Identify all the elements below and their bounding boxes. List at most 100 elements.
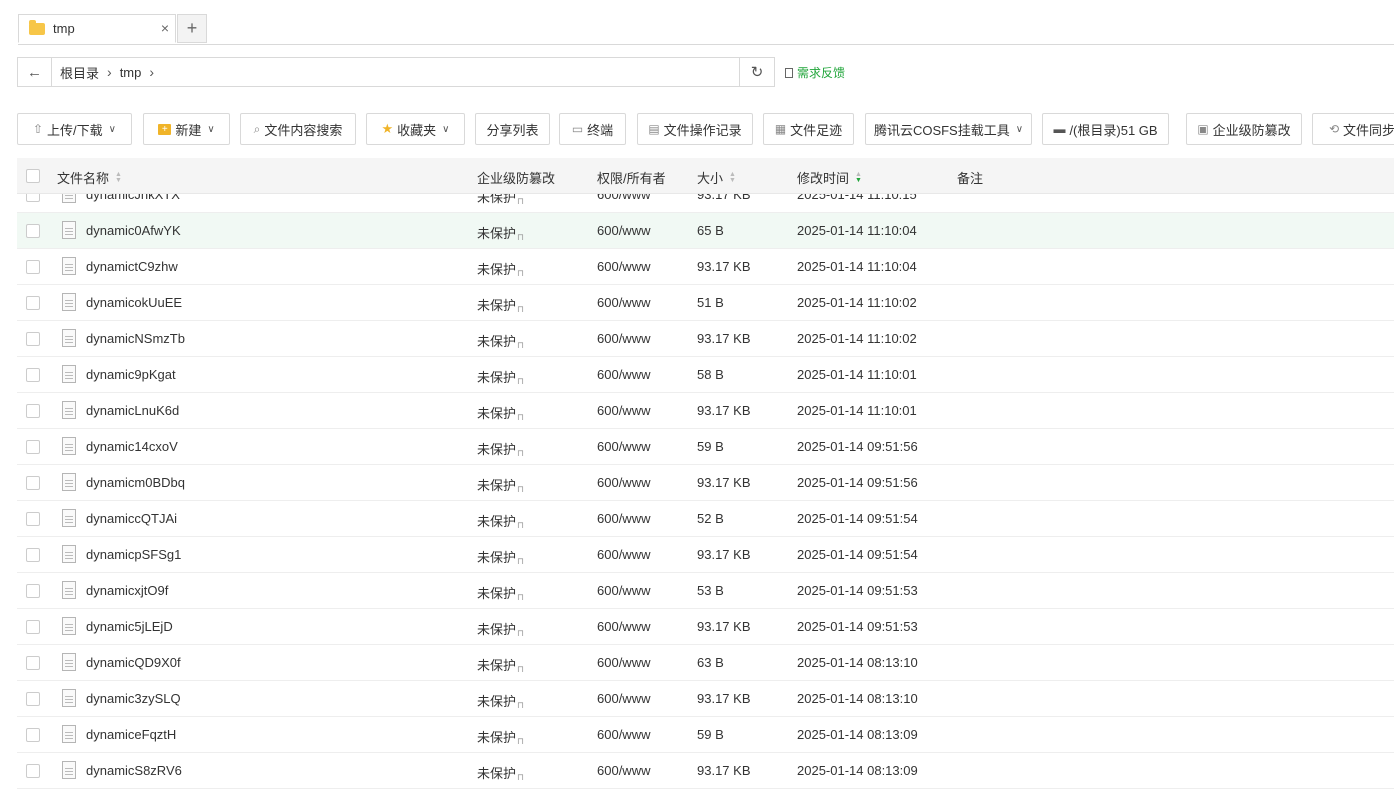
file-name[interactable]: dynamicokUuEE bbox=[86, 295, 182, 310]
file-permission[interactable]: 600/www bbox=[597, 194, 650, 202]
file-name[interactable]: dynamicJhkXTX bbox=[86, 194, 180, 202]
file-name[interactable]: dynamic3zySLQ bbox=[86, 691, 181, 706]
tamper-status[interactable]: 未保护⊓ bbox=[477, 547, 524, 566]
row-checkbox[interactable] bbox=[26, 194, 40, 202]
tamper-status[interactable]: 未保护⊓ bbox=[477, 583, 524, 602]
tamper-status[interactable]: 未保护⊓ bbox=[477, 727, 524, 746]
file-permission[interactable]: 600/www bbox=[597, 691, 650, 706]
close-icon[interactable]: × bbox=[161, 20, 169, 36]
select-all-checkbox[interactable] bbox=[26, 169, 40, 183]
file-name[interactable]: dynamic0AfwYK bbox=[86, 223, 181, 238]
table-row[interactable]: dynamiccQTJAi 未保护⊓ 600/www 52 B 2025-01-… bbox=[17, 501, 1394, 537]
file-name[interactable]: dynamic14cxoV bbox=[86, 439, 178, 454]
file-permission[interactable]: 600/www bbox=[597, 259, 650, 274]
tamper-status[interactable]: 未保护⊓ bbox=[477, 439, 524, 458]
upload-download-button[interactable]: ⇧ 上传/下载 ∨ bbox=[17, 113, 132, 145]
disk-button[interactable]: ▬ /(根目录)51 GB bbox=[1042, 113, 1169, 145]
table-row[interactable]: dynamicJhkXTX 未保护⊓ 600/www 93.17 KB 2025… bbox=[17, 194, 1394, 213]
file-permission[interactable]: 600/www bbox=[597, 331, 650, 346]
tamper-status[interactable]: 未保护⊓ bbox=[477, 403, 524, 422]
table-row[interactable]: dynamicm0BDbq 未保护⊓ 600/www 93.17 KB 2025… bbox=[17, 465, 1394, 501]
breadcrumb-root[interactable]: 根目录 bbox=[60, 63, 99, 82]
tamper-status[interactable]: 未保护⊓ bbox=[477, 691, 524, 710]
file-permission[interactable]: 600/www bbox=[597, 295, 650, 310]
column-mtime[interactable]: 修改时间 ▲ ▼ bbox=[797, 168, 862, 187]
file-permission[interactable]: 600/www bbox=[597, 583, 650, 598]
file-name[interactable]: dynamicm0BDbq bbox=[86, 475, 185, 490]
row-checkbox[interactable] bbox=[26, 224, 40, 238]
tamper-status[interactable]: 未保护⊓ bbox=[477, 223, 524, 242]
new-button[interactable]: + 新建 ∨ bbox=[143, 113, 230, 145]
file-name[interactable]: dynamicS8zRV6 bbox=[86, 763, 182, 778]
table-row[interactable]: dynamic3zySLQ 未保护⊓ 600/www 93.17 KB 2025… bbox=[17, 681, 1394, 717]
tamper-status[interactable]: 未保护⊓ bbox=[477, 295, 524, 314]
row-checkbox[interactable] bbox=[26, 332, 40, 346]
row-checkbox[interactable] bbox=[26, 692, 40, 706]
row-checkbox[interactable] bbox=[26, 368, 40, 382]
tamper-status[interactable]: 未保护⊓ bbox=[477, 194, 524, 206]
file-permission[interactable]: 600/www bbox=[597, 403, 650, 418]
tamper-status[interactable]: 未保护⊓ bbox=[477, 655, 524, 674]
tamper-status[interactable]: 未保护⊓ bbox=[477, 619, 524, 638]
table-row[interactable]: dynamicokUuEE 未保护⊓ 600/www 51 B 2025-01-… bbox=[17, 285, 1394, 321]
row-checkbox[interactable] bbox=[26, 764, 40, 778]
file-permission[interactable]: 600/www bbox=[597, 439, 650, 454]
favorites-button[interactable]: ★ 收藏夹 ∨ bbox=[366, 113, 465, 145]
feedback-link[interactable]: 需求反馈 bbox=[785, 64, 845, 81]
file-name[interactable]: dynamicNSmzTb bbox=[86, 331, 185, 346]
row-checkbox[interactable] bbox=[26, 620, 40, 634]
file-permission[interactable]: 600/www bbox=[597, 763, 650, 778]
tamper-status[interactable]: 未保护⊓ bbox=[477, 475, 524, 494]
content-search-button[interactable]: ⌕ 文件内容搜索 bbox=[240, 113, 356, 145]
refresh-icon[interactable]: ↻ bbox=[739, 58, 774, 86]
file-name[interactable]: dynamicQD9X0f bbox=[86, 655, 181, 670]
row-checkbox[interactable] bbox=[26, 440, 40, 454]
footprint-button[interactable]: ▦ 文件足迹 bbox=[763, 113, 854, 145]
tamper-status[interactable]: 未保护⊓ bbox=[477, 367, 524, 386]
table-row[interactable]: dynamictC9zhw 未保护⊓ 600/www 93.17 KB 2025… bbox=[17, 249, 1394, 285]
row-checkbox[interactable] bbox=[26, 260, 40, 274]
file-permission[interactable]: 600/www bbox=[597, 547, 650, 562]
file-name[interactable]: dynamic5jLEjD bbox=[86, 619, 173, 634]
file-name[interactable]: dynamicLnuK6d bbox=[86, 403, 179, 418]
table-row[interactable]: dynamicpSFSg1 未保护⊓ 600/www 93.17 KB 2025… bbox=[17, 537, 1394, 573]
file-name[interactable]: dynamic9pKgat bbox=[86, 367, 176, 382]
table-row[interactable]: dynamic9pKgat 未保护⊓ 600/www 58 B 2025-01-… bbox=[17, 357, 1394, 393]
column-size[interactable]: 大小 ▲ ▼ bbox=[697, 168, 736, 187]
column-name[interactable]: 文件名称 ▲ ▼ bbox=[57, 168, 122, 187]
back-icon[interactable]: ← bbox=[18, 58, 52, 86]
row-checkbox[interactable] bbox=[26, 548, 40, 562]
cosfs-button[interactable]: 腾讯云COSFS挂载工具 ∨ bbox=[865, 113, 1032, 145]
file-permission[interactable]: 600/www bbox=[597, 511, 650, 526]
file-permission[interactable]: 600/www bbox=[597, 475, 650, 490]
table-row[interactable]: dynamicLnuK6d 未保护⊓ 600/www 93.17 KB 2025… bbox=[17, 393, 1394, 429]
table-row[interactable]: dynamicNSmzTb 未保护⊓ 600/www 93.17 KB 2025… bbox=[17, 321, 1394, 357]
tamper-status[interactable]: 未保护⊓ bbox=[477, 511, 524, 530]
row-checkbox[interactable] bbox=[26, 512, 40, 526]
add-tab-button[interactable]: + bbox=[177, 14, 207, 43]
row-checkbox[interactable] bbox=[26, 296, 40, 310]
file-name[interactable]: dynamicxjtO9f bbox=[86, 583, 168, 598]
table-row[interactable]: dynamic14cxoV 未保护⊓ 600/www 59 B 2025-01-… bbox=[17, 429, 1394, 465]
sync-button[interactable]: ⟲ 文件同步 bbox=[1312, 113, 1394, 145]
file-name[interactable]: dynamiceFqztH bbox=[86, 727, 176, 742]
file-permission[interactable]: 600/www bbox=[597, 727, 650, 742]
file-permission[interactable]: 600/www bbox=[597, 655, 650, 670]
tamper-status[interactable]: 未保护⊓ bbox=[477, 763, 524, 782]
tamper-status[interactable]: 未保护⊓ bbox=[477, 331, 524, 350]
file-permission[interactable]: 600/www bbox=[597, 223, 650, 238]
file-permission[interactable]: 600/www bbox=[597, 367, 650, 382]
breadcrumb[interactable]: 根目录 › tmp › bbox=[52, 58, 739, 86]
table-row[interactable]: dynamicQD9X0f 未保护⊓ 600/www 63 B 2025-01-… bbox=[17, 645, 1394, 681]
row-checkbox[interactable] bbox=[26, 476, 40, 490]
file-name[interactable]: dynamiccQTJAi bbox=[86, 511, 177, 526]
file-name[interactable]: dynamictC9zhw bbox=[86, 259, 178, 274]
breadcrumb-tmp[interactable]: tmp bbox=[120, 65, 142, 80]
table-row[interactable]: dynamiceFqztH 未保护⊓ 600/www 59 B 2025-01-… bbox=[17, 717, 1394, 753]
op-log-button[interactable]: ▤ 文件操作记录 bbox=[637, 113, 753, 145]
row-checkbox[interactable] bbox=[26, 404, 40, 418]
tamper-status[interactable]: 未保护⊓ bbox=[477, 259, 524, 278]
share-list-button[interactable]: 分享列表 bbox=[475, 113, 550, 145]
table-row[interactable]: dynamic0AfwYK 未保护⊓ 600/www 65 B 2025-01-… bbox=[17, 213, 1394, 249]
table-row[interactable]: dynamicS8zRV6 未保护⊓ 600/www 93.17 KB 2025… bbox=[17, 753, 1394, 789]
